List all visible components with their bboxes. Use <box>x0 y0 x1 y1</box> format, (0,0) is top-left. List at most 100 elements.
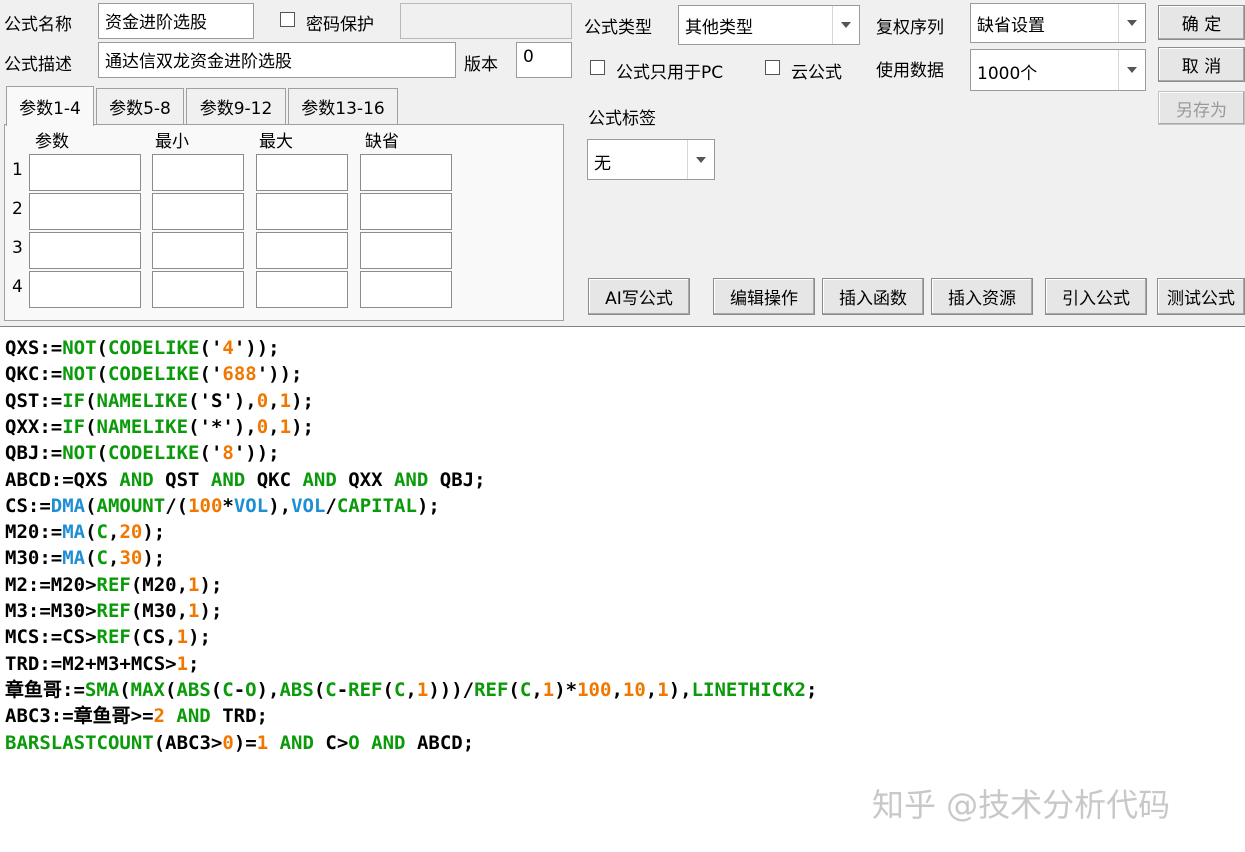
code-token: ); <box>199 573 223 596</box>
code-token: QST:= <box>5 389 63 412</box>
param-max-input[interactable] <box>256 232 348 269</box>
code-token: 2 <box>153 705 165 728</box>
code-token: QXS:= <box>5 337 63 359</box>
tab-params-5-8[interactable]: 参数5-8 <box>96 88 184 124</box>
formula-name-input[interactable]: 资金进阶选股 <box>98 3 254 39</box>
param-default-input[interactable] <box>360 154 452 191</box>
param-min-input[interactable] <box>152 154 244 191</box>
formula-name-label: 公式名称 <box>4 15 72 35</box>
code-token: 1 <box>256 731 269 754</box>
code-token: 20 <box>119 521 143 544</box>
param-header-min: 最小 <box>155 132 189 152</box>
chevron-down-icon[interactable] <box>832 6 859 44</box>
cloud-formula-checkbox[interactable] <box>765 60 780 75</box>
code-token: NOT <box>62 363 97 386</box>
ai-write-formula-button[interactable]: AI写公式 <box>588 278 690 315</box>
code-token: (' <box>199 337 223 359</box>
code-token: QBJ; <box>428 468 486 491</box>
code-token: - <box>233 678 246 701</box>
code-token: ')); <box>233 337 280 359</box>
tab-params-9-12[interactable]: 参数9-12 <box>186 88 286 124</box>
param-name-input[interactable] <box>29 193 141 230</box>
code-token: REF <box>474 678 509 701</box>
formula-tag-select[interactable]: 无 <box>587 139 715 180</box>
insert-function-button[interactable]: 插入函数 <box>822 278 924 315</box>
code-line: QXS:=NOT(CODELIKE('4')); <box>5 335 280 361</box>
code-token: 4 <box>222 337 234 359</box>
param-min-input[interactable] <box>152 271 244 308</box>
password-protect-label: 密码保护 <box>306 15 374 35</box>
code-token: ( <box>85 389 97 412</box>
param-row-number: 3 <box>12 238 23 258</box>
param-min-input[interactable] <box>152 232 244 269</box>
code-token: C <box>96 547 108 570</box>
ok-button[interactable]: 确 定 <box>1158 5 1245 40</box>
cloud-formula-label: 云公式 <box>791 63 842 83</box>
code-token: ); <box>291 415 314 438</box>
pc-only-label: 公式只用于PC <box>616 63 724 83</box>
code-token: QST <box>153 468 211 491</box>
insert-resource-button[interactable]: 插入资源 <box>931 278 1033 315</box>
code-token: 1 <box>188 573 200 596</box>
code-token: ( <box>165 678 177 701</box>
tab-params-13-16[interactable]: 参数13-16 <box>288 88 398 124</box>
code-token: REF <box>96 600 131 622</box>
chevron-down-icon[interactable] <box>1118 4 1145 42</box>
param-max-input[interactable] <box>256 154 348 191</box>
pc-only-checkbox[interactable] <box>590 60 605 75</box>
chevron-down-icon[interactable] <box>687 140 714 179</box>
code-token: M20:= <box>5 521 63 544</box>
code-token: AND <box>176 705 211 728</box>
code-token: VOL <box>291 494 326 517</box>
code-token: ABCD; <box>405 731 475 754</box>
code-token: QXX:= <box>5 415 63 438</box>
import-formula-button[interactable]: 引入公式 <box>1045 278 1147 315</box>
code-line: CS:=DMA(AMOUNT/(100*VOL),VOL/CAPITAL); <box>5 493 440 519</box>
formula-type-select[interactable]: 其他类型 <box>678 5 860 45</box>
param-row-number: 4 <box>12 277 23 297</box>
code-token: 1 <box>542 678 555 701</box>
code-token: , <box>108 547 120 570</box>
code-token: AND <box>302 468 337 491</box>
formula-desc-label: 公式描述 <box>4 55 72 75</box>
code-token: AND <box>279 731 314 754</box>
code-token: )= <box>233 731 257 754</box>
param-min-input[interactable] <box>152 193 244 230</box>
code-token: /( <box>165 494 189 517</box>
code-token: (ABC3> <box>153 731 223 754</box>
code-token: NAMELIKE <box>96 389 189 412</box>
code-token: ( <box>85 494 97 517</box>
formula-desc-input[interactable]: 通达信双龙资金进阶选股 <box>98 42 456 78</box>
param-name-input[interactable] <box>29 232 141 269</box>
tab-params-1-4[interactable]: 参数1-4 <box>6 86 94 126</box>
password-protect-checkbox[interactable] <box>280 12 295 27</box>
param-default-input[interactable] <box>360 232 452 269</box>
formula-code-editor[interactable]: QXS:=NOT(CODELIKE('4')); QKC:=NOT(CODELIK… <box>0 326 1245 852</box>
param-default-input[interactable] <box>360 193 452 230</box>
edit-operations-button[interactable]: 编辑操作 <box>713 278 815 315</box>
version-input[interactable]: 0 <box>516 42 572 78</box>
code-token: REF <box>96 626 131 649</box>
code-token: ); <box>142 547 166 570</box>
param-max-input[interactable] <box>256 271 348 308</box>
code-token: ( <box>96 337 108 359</box>
code-token: AMOUNT <box>96 494 166 517</box>
code-token: 100 <box>577 678 612 701</box>
data-count-select[interactable]: 1000个 <box>970 49 1146 91</box>
cancel-button[interactable]: 取 消 <box>1158 47 1245 82</box>
param-max-input[interactable] <box>256 193 348 230</box>
watermark: 知乎 @技术分析代码 <box>872 786 1171 824</box>
param-name-input[interactable] <box>29 154 141 191</box>
test-formula-button[interactable]: 测试公式 <box>1157 278 1245 315</box>
code-token: ), <box>268 494 292 517</box>
code-token: ); <box>199 600 223 622</box>
param-default-input[interactable] <box>360 271 452 308</box>
code-token: ( <box>85 521 97 544</box>
param-name-input[interactable] <box>29 271 141 308</box>
fuquan-select[interactable]: 缺省设置 <box>970 3 1146 43</box>
code-token: 0 <box>222 731 234 754</box>
chevron-down-icon[interactable] <box>1118 50 1145 90</box>
code-token: C <box>325 678 337 701</box>
code-token: CODELIKE <box>107 363 200 386</box>
